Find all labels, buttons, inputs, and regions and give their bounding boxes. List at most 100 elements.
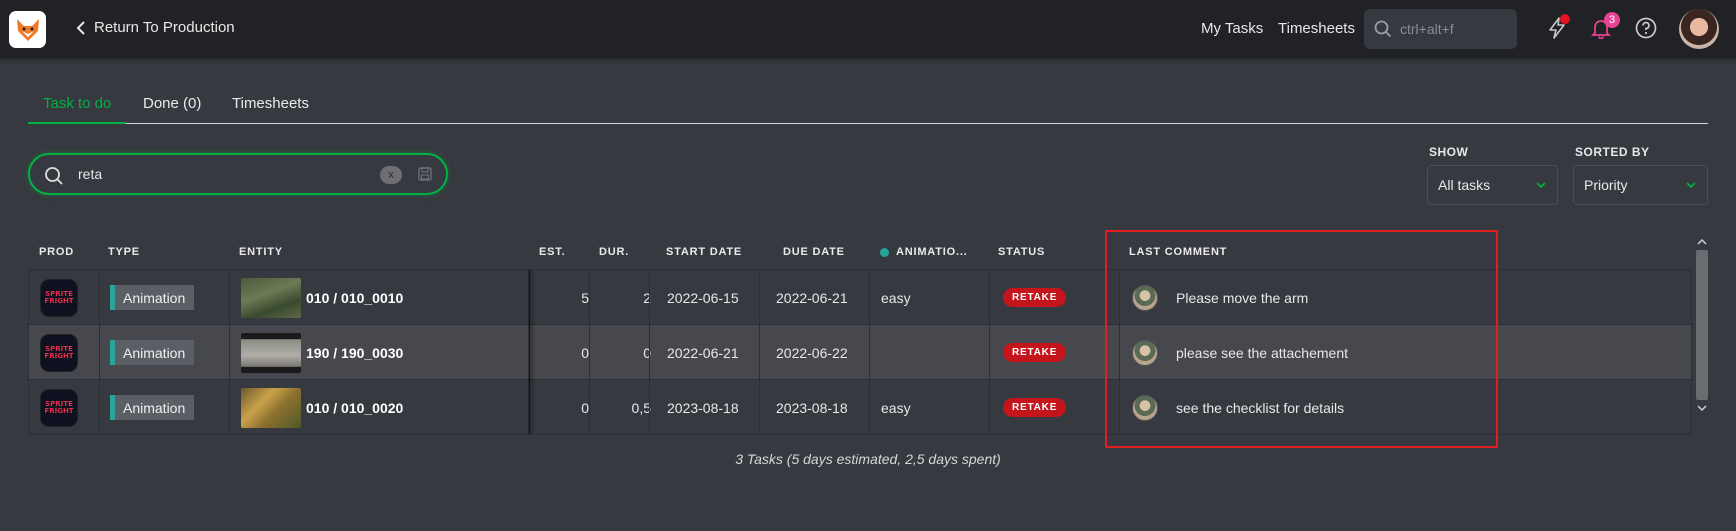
task-type-tag[interactable]: Animation <box>110 285 195 310</box>
last-comment-highlight-box <box>1105 230 1498 448</box>
est-cell[interactable]: 0 <box>569 325 589 380</box>
save-search-icon[interactable] <box>418 167 432 181</box>
task-type-tag[interactable]: Animation <box>110 340 195 365</box>
help-button[interactable] <box>1633 15 1659 41</box>
prod-thumb-line2: FRIGHT <box>44 351 74 360</box>
start-date-cell[interactable]: 2023-08-18 <box>667 380 739 434</box>
col-est[interactable]: EST. <box>539 246 565 258</box>
task-search-input[interactable] <box>78 166 338 182</box>
col-status[interactable]: STATUS <box>998 246 1045 258</box>
entity-thumbnail[interactable] <box>241 277 301 318</box>
column-divider <box>649 270 650 434</box>
col-type[interactable]: TYPE <box>108 246 140 258</box>
task-type-tag[interactable]: Animation <box>110 395 195 420</box>
animation-cell[interactable]: easy <box>881 270 911 325</box>
global-search[interactable] <box>1364 9 1517 49</box>
column-divider <box>989 270 990 434</box>
entity-name[interactable]: 010 / 010_0020 <box>306 400 403 416</box>
entity-name[interactable]: 190 / 190_0030 <box>306 345 403 361</box>
type-cell: Animation <box>110 380 195 434</box>
column-divider <box>99 270 100 434</box>
my-tasks-link[interactable]: My Tasks <box>1201 20 1263 37</box>
kitsu-logo[interactable] <box>9 11 46 48</box>
notifications-count: 3 <box>1604 12 1620 28</box>
scroll-down-button[interactable] <box>1696 402 1708 414</box>
prod-cell: SPRITE FRIGHT <box>40 325 78 380</box>
entity-cell: 010 / 010_0020 <box>241 380 403 434</box>
entity-thumbnail[interactable] <box>241 332 301 373</box>
return-to-production-button[interactable]: Return To Production <box>76 19 235 36</box>
top-bar: Return To Production My Tasks Timesheets… <box>0 0 1736 58</box>
dur-cell: 2 <box>643 289 651 306</box>
est-cell[interactable]: 5 <box>569 270 589 325</box>
clear-search-button[interactable]: x <box>380 166 402 184</box>
col-dur[interactable]: DUR. <box>599 246 629 258</box>
col-entity[interactable]: ENTITY <box>239 246 283 258</box>
prod-thumb-line2: FRIGHT <box>44 296 74 305</box>
sorted-by-select[interactable]: Priority <box>1573 165 1708 205</box>
sticky-column-shadow <box>528 270 536 434</box>
task-search[interactable]: x <box>28 153 448 195</box>
help-icon <box>1635 17 1657 39</box>
entity-thumbnail[interactable] <box>241 387 301 428</box>
prod-cell: SPRITE FRIGHT <box>40 380 78 434</box>
search-icon <box>45 167 63 185</box>
sorted-by-label: SORTED BY <box>1575 145 1650 159</box>
est-cell[interactable]: 0 <box>569 380 589 434</box>
table-scrollbar[interactable] <box>1696 236 1708 414</box>
production-thumbnail[interactable]: SPRITE FRIGHT <box>40 333 78 372</box>
due-date-cell[interactable]: 2023-08-18 <box>776 380 848 434</box>
status-badge[interactable]: RETAKE <box>1003 288 1067 307</box>
chevron-down-icon <box>1536 182 1546 189</box>
search-icon <box>1374 20 1392 38</box>
notifications-button[interactable]: 3 <box>1588 12 1620 41</box>
dur-cell: 0 <box>643 344 651 361</box>
column-divider <box>869 270 870 434</box>
show-select[interactable]: All tasks <box>1427 165 1558 205</box>
start-date-cell[interactable]: 2022-06-15 <box>667 270 739 325</box>
animation-color-dot <box>880 247 889 257</box>
tab-timesheets[interactable]: Timesheets <box>232 95 309 124</box>
entity-name[interactable]: 010 / 010_0010 <box>306 290 403 306</box>
sorted-by-value: Priority <box>1584 177 1628 193</box>
chevron-left-icon <box>76 20 85 35</box>
col-due-date[interactable]: DUE DATE <box>783 246 845 258</box>
show-filter-label: SHOW <box>1429 145 1469 159</box>
global-search-input[interactable] <box>1400 21 1510 37</box>
todo-tabs: Task to do Done (0) Timesheets <box>28 92 1708 124</box>
dur-cell: 0,5 <box>631 399 651 416</box>
col-prod[interactable]: PROD <box>39 246 74 258</box>
tab-done[interactable]: Done (0) <box>143 95 201 124</box>
due-date-cell[interactable]: 2022-06-22 <box>776 325 848 380</box>
production-thumbnail[interactable]: SPRITE FRIGHT <box>40 388 78 427</box>
column-divider <box>589 270 590 434</box>
chevron-down-icon <box>1686 182 1696 189</box>
col-start-date[interactable]: START DATE <box>666 246 742 258</box>
scroll-up-button[interactable] <box>1696 236 1708 248</box>
col-animation[interactable]: ANIMATIO... <box>880 246 968 258</box>
return-label: Return To Production <box>94 19 235 36</box>
col-animation-label: ANIMATIO... <box>896 246 968 258</box>
tab-task-to-do[interactable]: Task to do <box>28 95 127 124</box>
tasks-summary: 3 Tasks (5 days estimated, 2,5 days spen… <box>735 451 1001 467</box>
timesheets-link[interactable]: Timesheets <box>1278 20 1355 37</box>
status-badge[interactable]: RETAKE <box>1003 343 1067 362</box>
type-cell: Animation <box>110 325 195 380</box>
entity-cell: 010 / 010_0010 <box>241 270 403 325</box>
prod-cell: SPRITE FRIGHT <box>40 270 78 325</box>
status-cell: RETAKE <box>1003 325 1067 380</box>
news-badge <box>1560 14 1570 24</box>
chevron-up-icon <box>1697 238 1707 245</box>
status-badge[interactable]: RETAKE <box>1003 398 1067 417</box>
production-thumbnail[interactable]: SPRITE FRIGHT <box>40 278 78 317</box>
scrollbar-thumb[interactable] <box>1696 250 1708 400</box>
user-avatar[interactable] <box>1679 9 1719 49</box>
status-cell: RETAKE <box>1003 380 1067 434</box>
start-date-cell[interactable]: 2022-06-21 <box>667 325 739 380</box>
due-date-cell[interactable]: 2022-06-21 <box>776 270 848 325</box>
entity-cell: 190 / 190_0030 <box>241 325 403 380</box>
chevron-down-icon <box>1697 405 1707 412</box>
animation-cell[interactable]: easy <box>881 380 911 434</box>
show-select-value: All tasks <box>1438 177 1491 193</box>
news-button[interactable] <box>1544 14 1570 41</box>
